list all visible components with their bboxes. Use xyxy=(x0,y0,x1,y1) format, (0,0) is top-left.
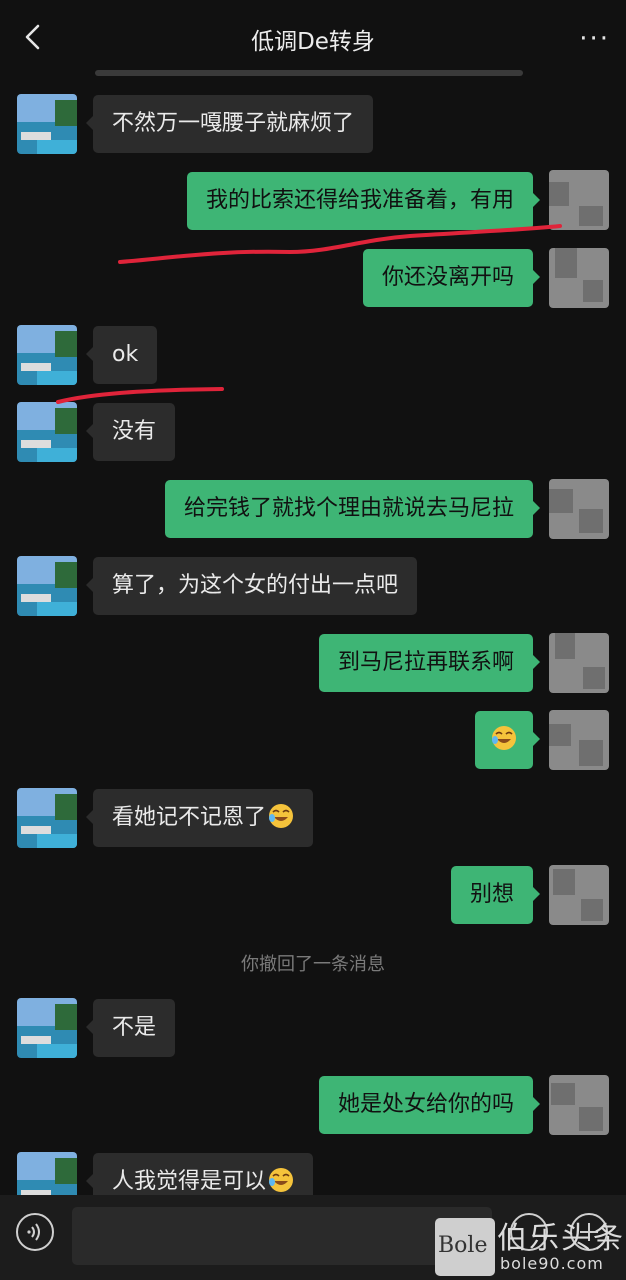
message-bubble-incoming[interactable]: 看她记不记恩了 xyxy=(85,789,314,847)
chat-header: 低调De转身 ··· xyxy=(0,0,626,76)
message-bubble-outgoing[interactable]: 我的比索还得给我准备着，有用 xyxy=(186,172,541,230)
message-input[interactable] xyxy=(72,1207,492,1265)
message-bubble-incoming[interactable]: 不是 xyxy=(85,999,176,1057)
user-avatar-blurred[interactable] xyxy=(549,1075,609,1135)
message-bubble-outgoing[interactable]: 给完钱了就找个理由就说去马尼拉 xyxy=(164,480,541,538)
voice-input-icon[interactable] xyxy=(16,1213,54,1251)
user-avatar-blurred[interactable] xyxy=(549,170,609,230)
user-avatar-blurred[interactable] xyxy=(549,633,609,693)
message-bubble-outgoing[interactable]: 到马尼拉再联系啊 xyxy=(318,634,541,692)
user-avatar-blurred[interactable] xyxy=(549,710,609,770)
message-bubble-outgoing[interactable]: 你还没离开吗 xyxy=(362,249,541,307)
contact-avatar[interactable] xyxy=(17,788,77,848)
more-options-icon[interactable]: ··· xyxy=(579,24,610,54)
rolling-laughing-emoji-icon xyxy=(269,804,294,828)
rolling-laughing-emoji-icon xyxy=(269,1168,294,1192)
message-bubble-incoming[interactable]: ok xyxy=(85,326,158,384)
user-avatar-blurred[interactable] xyxy=(549,865,609,925)
watermark-name: 伯乐头条 xyxy=(497,1221,625,1256)
user-avatar-blurred[interactable] xyxy=(549,479,609,539)
contact-avatar[interactable] xyxy=(17,325,77,385)
contact-avatar[interactable] xyxy=(17,556,77,616)
rolling-laughing-emoji-icon xyxy=(492,726,516,750)
watermark-logo-text: Bole xyxy=(438,1233,488,1258)
message-bubble-outgoing[interactable]: 她是处女给你的吗 xyxy=(318,1076,541,1134)
user-avatar-blurred[interactable] xyxy=(549,248,609,308)
message-bubble-incoming[interactable]: 不然万一嘎腰子就麻烦了 xyxy=(85,95,374,153)
contact-avatar[interactable] xyxy=(17,998,77,1058)
message-bubble-incoming[interactable]: 没有 xyxy=(85,403,176,461)
previous-message-edge xyxy=(95,70,523,76)
contact-avatar[interactable] xyxy=(17,402,77,462)
watermark-url: bole90.com xyxy=(500,1254,604,1273)
message-bubble-outgoing[interactable]: 别想 xyxy=(450,866,541,924)
message-bubble-outgoing[interactable] xyxy=(475,711,540,769)
message-bubble-incoming[interactable]: 算了，为这个女的付出一点吧 xyxy=(85,557,418,615)
recall-notice: 你撤回了一条消息 xyxy=(241,954,385,975)
contact-avatar[interactable] xyxy=(17,94,77,154)
chat-title: 低调De转身 xyxy=(251,29,375,55)
